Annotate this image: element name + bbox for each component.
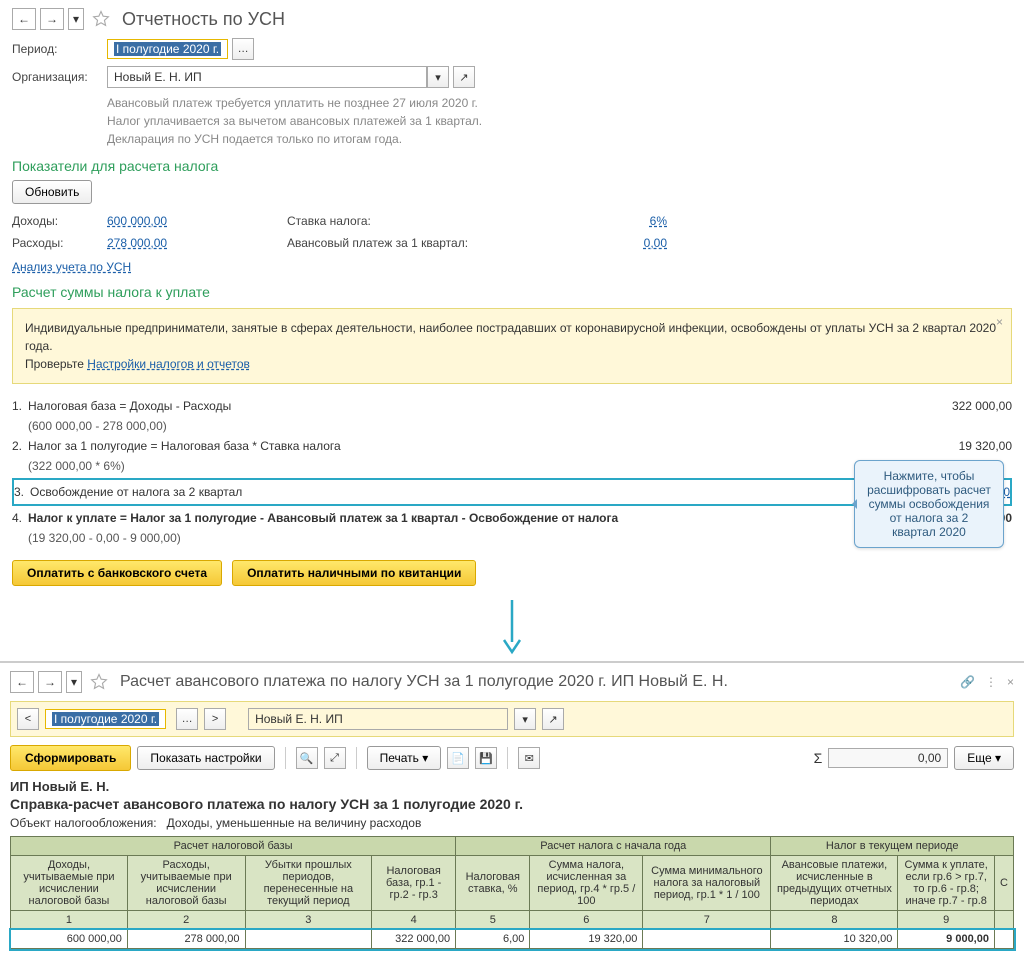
section-calc: Расчет суммы налога к уплате: [12, 284, 1012, 300]
calc-amount-2: 19 320,00: [912, 439, 1012, 453]
more-icon[interactable]: ⋮: [985, 675, 997, 689]
pay-cash-button[interactable]: Оплатить наличными по квитанции: [232, 560, 476, 586]
income-label: Доходы:: [12, 214, 107, 228]
arrow-down-icon: [0, 600, 1024, 655]
form-button[interactable]: Сформировать: [10, 745, 131, 771]
page-title-2: Расчет авансового платежа по налогу УСН …: [120, 673, 728, 691]
calc-amount-1: 322 000,00: [912, 399, 1012, 413]
rate-label: Ставка налога:: [287, 214, 547, 228]
table-data-row[interactable]: 600 000,00 278 000,00 322 000,00 6,00 19…: [11, 930, 1014, 949]
report-title: Справка-расчет авансового платежа по нал…: [10, 796, 1014, 812]
period-input-2[interactable]: I полугодие 2020 г.: [45, 709, 166, 729]
show-settings-button[interactable]: Показать настройки: [137, 746, 274, 770]
expense-link[interactable]: 278 000,00: [107, 236, 167, 250]
report-table: Расчет налоговой базы Расчет налога с на…: [10, 836, 1014, 949]
org-label: Организация:: [12, 70, 107, 84]
period-prev-button[interactable]: <: [17, 708, 39, 730]
org-open-button[interactable]: ↗: [453, 66, 475, 88]
period-input[interactable]: I полугодие 2020 г.: [107, 39, 228, 59]
covid-warning-box: × Индивидуальные предприниматели, заняты…: [12, 308, 1012, 384]
period-picker-button[interactable]: …: [232, 38, 254, 60]
org-input-2[interactable]: Новый Е. Н. ИП: [248, 708, 508, 730]
org-dropdown-2[interactable]: ▾: [514, 708, 536, 730]
report-org: ИП Новый Е. Н.: [10, 779, 1014, 794]
period-picker-button-2[interactable]: …: [176, 708, 198, 730]
save-icon[interactable]: 💾: [475, 747, 497, 769]
org-input[interactable]: Новый Е. Н. ИП: [107, 66, 427, 88]
sum-sign: Σ: [814, 750, 823, 766]
period-next-button[interactable]: >: [204, 708, 226, 730]
advance-link[interactable]: 0,00: [644, 236, 667, 250]
org-open-2[interactable]: ↗: [542, 708, 564, 730]
favorite-icon[interactable]: [92, 10, 110, 28]
close-icon-2[interactable]: ×: [1007, 675, 1014, 689]
back-button-2[interactable]: ←: [10, 671, 34, 693]
refresh-button[interactable]: Обновить: [12, 180, 92, 204]
rate-link[interactable]: 6%: [650, 214, 667, 228]
link-icon[interactable]: 🔗: [960, 675, 975, 689]
org-dropdown-button[interactable]: ▾: [427, 66, 449, 88]
nav-dropdown[interactable]: ▾: [68, 8, 84, 30]
print-button[interactable]: Печать ▾: [367, 746, 442, 770]
forward-button-2[interactable]: →: [38, 671, 62, 693]
nav-dropdown-2[interactable]: ▾: [66, 671, 82, 693]
email-icon[interactable]: ✉: [518, 747, 540, 769]
pay-bank-button[interactable]: Оплатить с банковского счета: [12, 560, 222, 586]
info-text: Авансовый платеж требуется уплатить не п…: [107, 94, 607, 148]
more-button[interactable]: Еще ▾: [954, 746, 1014, 770]
page-title: Отчетность по УСН: [122, 9, 285, 30]
tax-settings-link[interactable]: Настройки налогов и отчетов: [87, 357, 250, 371]
expense-label: Расходы:: [12, 236, 107, 250]
forward-button[interactable]: →: [40, 8, 64, 30]
save-pdf-icon[interactable]: 📄: [447, 747, 469, 769]
income-link[interactable]: 600 000,00: [107, 214, 167, 228]
section-indicators: Показатели для расчета налога: [12, 158, 1012, 174]
callout-tooltip: Нажмите, чтобы расшифровать расчет суммы…: [854, 460, 1004, 548]
sum-value: 0,00: [828, 748, 948, 768]
favorite-icon-2[interactable]: [90, 673, 108, 691]
close-icon[interactable]: ×: [996, 313, 1003, 331]
expand-icon[interactable]: ⤢: [324, 747, 346, 769]
report-object: Объект налогообложения: Доходы, уменьшен…: [10, 816, 1014, 830]
analysis-link[interactable]: Анализ учета по УСН: [12, 260, 131, 274]
back-button[interactable]: ←: [12, 8, 36, 30]
search-icon[interactable]: 🔍: [296, 747, 318, 769]
period-label: Период:: [12, 42, 107, 56]
advance-label: Авансовый платеж за 1 квартал:: [287, 236, 547, 250]
